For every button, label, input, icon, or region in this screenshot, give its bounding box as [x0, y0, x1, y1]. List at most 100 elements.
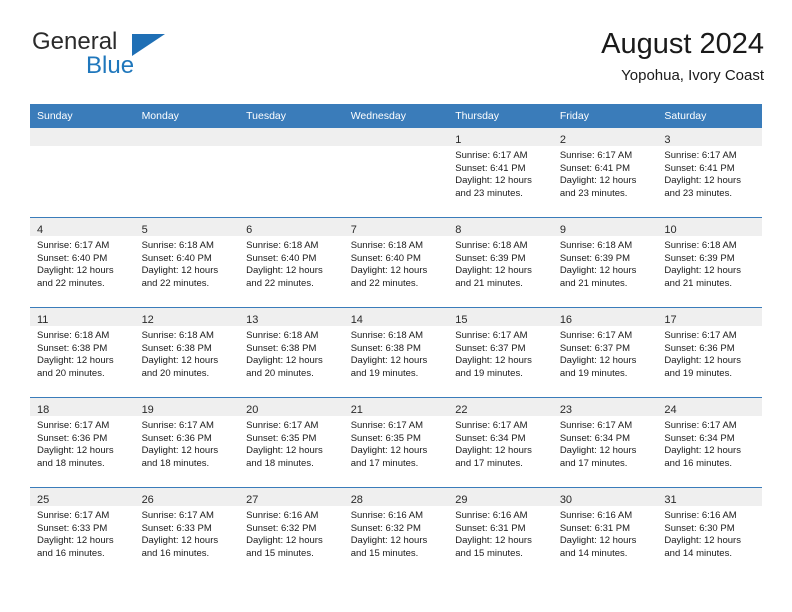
day-cell[interactable]: 1 Sunrise: 6:17 AM Sunset: 6:41 PM Daylight…	[448, 128, 553, 217]
day-sun-info: Sunrise: 6:16 AM Sunset: 6:32 PM Daylight:…	[239, 506, 344, 560]
day-cell[interactable]: 16 Sunrise: 6:17 AM Sunset: 6:37 PM Dayligh…	[552, 308, 658, 397]
sunset-text: Sunset: 6:41 PM	[455, 162, 526, 174]
calendar-cell: 23 Sunrise: 6:17 AM Sunset: 6:34 PM Dayligh…	[552, 397, 658, 488]
day-cell[interactable]: 23 Sunrise: 6:17 AM Sunset: 6:34 PM Dayligh…	[552, 398, 658, 487]
day-cell[interactable]: 27 Sunrise: 6:16 AM Sunset: 6:32 PM Dayligh…	[239, 488, 344, 577]
day-cell[interactable]: 22 Sunrise: 6:17 AM Sunset: 6:34 PM Dayligh…	[448, 398, 553, 487]
day-cell[interactable]: 20 Sunrise: 6:17 AM Sunset: 6:35 PM Dayligh…	[239, 398, 344, 487]
daylight-text-line1: Daylight: 12 hours	[246, 445, 323, 457]
sunrise-text: Sunrise: 6:18 AM	[37, 330, 110, 341]
day-cell[interactable]: 26 Sunrise: 6:17 AM Sunset: 6:33 PM Dayligh…	[134, 488, 240, 577]
day-sun-info: Sunrise: 6:18 AM Sunset: 6:38 PM Daylight:…	[344, 326, 449, 380]
day-cell[interactable]: 31 Sunrise: 6:16 AM Sunset: 6:30 PM Dayligh…	[657, 488, 762, 577]
daylight-text-line2: and 14 minutes.	[664, 547, 732, 559]
daylight-text-line2: and 16 minutes.	[37, 547, 105, 559]
day-sun-info: Sunrise: 6:17 AM Sunset: 6:35 PM Daylight:…	[344, 416, 449, 470]
calendar-cell: 26 Sunrise: 6:17 AM Sunset: 6:33 PM Dayligh…	[134, 487, 240, 577]
day-cell-empty	[239, 128, 344, 217]
day-number: 21	[350, 404, 363, 416]
day-cell[interactable]: 30 Sunrise: 6:16 AM Sunset: 6:31 PM Dayligh…	[552, 488, 658, 577]
day-sun-info: Sunrise: 6:17 AM Sunset: 6:41 PM Daylight:…	[448, 146, 553, 200]
calendar-cell: 10 Sunrise: 6:18 AM Sunset: 6:39 PM Dayligh…	[657, 217, 762, 308]
calendar-week-row: 25 Sunrise: 6:17 AM Sunset: 6:33 PM Dayligh…	[30, 487, 762, 577]
daylight-text-line2: and 17 minutes.	[455, 457, 523, 469]
day-cell[interactable]: 7 Sunrise: 6:18 AM Sunset: 6:40 PM Daylight…	[343, 218, 449, 307]
daylight-text-line1: Daylight: 12 hours	[455, 535, 532, 547]
brand-logo[interactable]: General Blue	[30, 28, 290, 88]
day-sun-info: Sunrise: 6:18 AM Sunset: 6:38 PM Daylight:…	[135, 326, 240, 380]
calendar-cell: 1 Sunrise: 6:17 AM Sunset: 6:41 PM Daylight…	[448, 128, 553, 218]
day-number: 11	[37, 314, 49, 326]
day-cell[interactable]: 18 Sunrise: 6:17 AM Sunset: 6:36 PM Dayligh…	[30, 398, 135, 487]
calendar-page: General Blue August 2024 Yopohua, Ivory …	[0, 0, 792, 612]
day-number-strip: 1	[448, 128, 553, 146]
daylight-text-line1: Daylight: 12 hours	[664, 535, 741, 547]
calendar-cell: 3 Sunrise: 6:17 AM Sunset: 6:41 PM Daylight…	[657, 128, 762, 218]
sunset-text: Sunset: 6:35 PM	[246, 432, 317, 444]
sunrise-text: Sunrise: 6:17 AM	[455, 420, 528, 431]
daylight-text-line2: and 19 minutes.	[455, 367, 523, 379]
day-number: 7	[350, 224, 357, 236]
day-cell[interactable]: 5 Sunrise: 6:18 AM Sunset: 6:40 PM Daylight…	[134, 218, 240, 307]
calendar-cell: 17 Sunrise: 6:17 AM Sunset: 6:36 PM Dayligh…	[657, 307, 762, 398]
day-number-strip: 21	[343, 398, 449, 416]
day-cell[interactable]: 9 Sunrise: 6:18 AM Sunset: 6:39 PM Daylight…	[552, 218, 658, 307]
day-sun-info: Sunrise: 6:18 AM Sunset: 6:38 PM Daylight:…	[30, 326, 135, 380]
day-number-strip: 25	[30, 488, 135, 506]
day-cell[interactable]: 8 Sunrise: 6:18 AM Sunset: 6:39 PM Daylight…	[448, 218, 553, 307]
day-cell[interactable]: 29 Sunrise: 6:16 AM Sunset: 6:31 PM Dayligh…	[448, 488, 553, 577]
daylight-text-line1: Daylight: 12 hours	[141, 445, 219, 457]
weekday-header-monday: Monday	[134, 104, 240, 128]
sunrise-text: Sunrise: 6:16 AM	[246, 510, 319, 521]
day-cell[interactable]: 10 Sunrise: 6:18 AM Sunset: 6:39 PM Dayligh…	[657, 218, 762, 307]
sunset-text: Sunset: 6:31 PM	[559, 522, 631, 534]
day-number-strip	[239, 128, 344, 146]
day-number: 23	[559, 404, 573, 416]
page-header: General Blue August 2024 Yopohua, Ivory …	[30, 28, 764, 98]
day-sun-info: Sunrise: 6:18 AM Sunset: 6:40 PM Daylight:…	[344, 236, 449, 290]
day-cell[interactable]: 2 Sunrise: 6:17 AM Sunset: 6:41 PM Daylight…	[552, 128, 658, 217]
day-number-strip: 2	[552, 128, 658, 146]
weekday-header-saturday: Saturday	[657, 104, 762, 128]
sunrise-text: Sunrise: 6:18 AM	[664, 240, 737, 251]
day-number-strip: 18	[30, 398, 135, 416]
day-cell[interactable]: 17 Sunrise: 6:17 AM Sunset: 6:36 PM Dayligh…	[657, 308, 762, 397]
calendar-cell	[30, 128, 135, 218]
day-cell[interactable]: 11 Sunrise: 6:18 AM Sunset: 6:38 PM Dayligh…	[30, 308, 135, 397]
calendar-cell: 22 Sunrise: 6:17 AM Sunset: 6:34 PM Dayligh…	[448, 397, 553, 488]
sunset-text: Sunset: 6:39 PM	[455, 252, 526, 264]
calendar-cell	[134, 128, 240, 218]
day-cell[interactable]: 14 Sunrise: 6:18 AM Sunset: 6:38 PM Dayligh…	[343, 308, 449, 397]
day-number: 14	[350, 314, 363, 326]
sunset-text: Sunset: 6:34 PM	[664, 432, 735, 444]
day-sun-info: Sunrise: 6:18 AM Sunset: 6:39 PM Daylight:…	[657, 236, 762, 290]
day-cell[interactable]: 25 Sunrise: 6:17 AM Sunset: 6:33 PM Dayligh…	[30, 488, 135, 577]
day-cell[interactable]: 13 Sunrise: 6:18 AM Sunset: 6:38 PM Dayligh…	[239, 308, 344, 397]
day-number: 16	[559, 314, 573, 326]
sunrise-text: Sunrise: 6:17 AM	[37, 510, 110, 521]
day-number-strip: 26	[134, 488, 240, 506]
daylight-text-line2: and 21 minutes.	[455, 277, 523, 289]
day-cell[interactable]: 19 Sunrise: 6:17 AM Sunset: 6:36 PM Dayligh…	[134, 398, 240, 487]
sunset-text: Sunset: 6:32 PM	[246, 522, 317, 534]
daylight-text-line1: Daylight: 12 hours	[37, 445, 114, 457]
day-cell[interactable]: 12 Sunrise: 6:18 AM Sunset: 6:38 PM Dayligh…	[134, 308, 240, 397]
sunset-text: Sunset: 6:34 PM	[559, 432, 631, 444]
day-cell[interactable]: 3 Sunrise: 6:17 AM Sunset: 6:41 PM Daylight…	[657, 128, 762, 217]
day-cell[interactable]: 4 Sunrise: 6:17 AM Sunset: 6:40 PM Daylight…	[30, 218, 135, 307]
weekday-header-sunday: Sunday	[30, 104, 135, 128]
day-cell[interactable]: 6 Sunrise: 6:18 AM Sunset: 6:40 PM Daylight…	[239, 218, 344, 307]
day-number-strip: 23	[552, 398, 658, 416]
sunset-text: Sunset: 6:39 PM	[664, 252, 735, 264]
calendar-cell: 24 Sunrise: 6:17 AM Sunset: 6:34 PM Dayligh…	[657, 397, 762, 488]
calendar-header-row: Sunday Monday Tuesday Wednesday Thursday…	[30, 104, 762, 128]
sunrise-text: Sunrise: 6:17 AM	[246, 420, 319, 431]
day-cell[interactable]: 28 Sunrise: 6:16 AM Sunset: 6:32 PM Dayligh…	[343, 488, 449, 577]
daylight-text-line2: and 21 minutes.	[664, 277, 732, 289]
day-cell[interactable]: 15 Sunrise: 6:17 AM Sunset: 6:37 PM Dayligh…	[448, 308, 553, 397]
day-cell[interactable]: 24 Sunrise: 6:17 AM Sunset: 6:34 PM Dayligh…	[657, 398, 762, 487]
calendar-week-row: 18 Sunrise: 6:17 AM Sunset: 6:36 PM Dayligh…	[30, 397, 762, 488]
day-number: 8	[455, 224, 462, 236]
day-cell[interactable]: 21 Sunrise: 6:17 AM Sunset: 6:35 PM Dayligh…	[343, 398, 449, 487]
calendar-cell	[343, 128, 449, 218]
